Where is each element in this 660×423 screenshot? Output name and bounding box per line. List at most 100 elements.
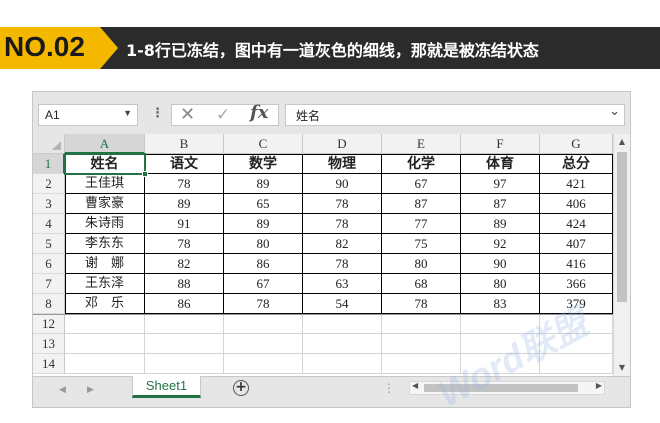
table-header-cell[interactable]: 化学 xyxy=(382,154,461,174)
prev-sheet-icon[interactable]: ◀ xyxy=(59,385,66,395)
empty-cell[interactable] xyxy=(224,334,303,354)
formula-bar-resize-icon[interactable]: ⋮ xyxy=(151,106,164,121)
table-cell[interactable]: 82 xyxy=(303,234,382,254)
empty-cell[interactable] xyxy=(461,334,540,354)
table-cell[interactable]: 王东泽 xyxy=(65,274,145,294)
empty-cell[interactable] xyxy=(382,314,461,334)
table-cell[interactable]: 68 xyxy=(382,274,461,294)
table-cell[interactable]: 曹家豪 xyxy=(65,194,145,214)
table-header-cell[interactable]: 数学 xyxy=(224,154,303,174)
empty-cell[interactable] xyxy=(461,314,540,334)
table-cell[interactable]: 78 xyxy=(382,294,461,314)
table-cell[interactable]: 80 xyxy=(382,254,461,274)
table-cell[interactable]: 63 xyxy=(303,274,382,294)
scroll-left-icon[interactable]: ◀ xyxy=(412,381,418,390)
row-header-1[interactable]: 1 xyxy=(33,154,65,174)
column-header-g[interactable]: G xyxy=(540,134,613,154)
table-cell[interactable]: 78 xyxy=(145,234,224,254)
table-cell[interactable]: 97 xyxy=(461,174,540,194)
table-cell[interactable]: 78 xyxy=(303,254,382,274)
table-cell[interactable]: 406 xyxy=(540,194,613,214)
empty-cell[interactable] xyxy=(303,314,382,334)
row-header-8[interactable]: 8 xyxy=(33,294,65,314)
vertical-scrollbar[interactable]: ▲ ▼ xyxy=(613,134,630,376)
row-header-7[interactable]: 7 xyxy=(33,274,65,294)
empty-cell[interactable] xyxy=(145,354,224,374)
empty-cell[interactable] xyxy=(224,354,303,374)
table-cell[interactable]: 80 xyxy=(461,274,540,294)
table-cell[interactable]: 89 xyxy=(224,174,303,194)
empty-cell[interactable] xyxy=(145,314,224,334)
cancel-icon[interactable]: ✕ xyxy=(180,104,195,125)
table-cell[interactable]: 67 xyxy=(224,274,303,294)
empty-cell[interactable] xyxy=(145,334,224,354)
table-cell[interactable]: 王佳琪 xyxy=(65,174,145,194)
expand-formula-icon[interactable]: ⌄ xyxy=(609,104,620,119)
row-header-2[interactable]: 2 xyxy=(33,174,65,194)
row-header-12[interactable]: 12 xyxy=(33,314,65,334)
table-cell[interactable]: 366 xyxy=(540,274,613,294)
table-cell[interactable]: 54 xyxy=(303,294,382,314)
table-cell[interactable]: 416 xyxy=(540,254,613,274)
row-header-14[interactable]: 14 xyxy=(33,354,65,374)
scroll-right-icon[interactable]: ▶ xyxy=(596,381,602,390)
fill-handle[interactable] xyxy=(142,171,148,177)
sheet-tab-sheet1[interactable]: Sheet1 xyxy=(132,376,201,398)
empty-cell[interactable] xyxy=(540,354,613,374)
horizontal-scrollbar[interactable]: ◀ ▶ xyxy=(409,381,605,395)
empty-cell[interactable] xyxy=(303,334,382,354)
insert-function-icon[interactable]: fx xyxy=(250,102,268,123)
select-all-button[interactable] xyxy=(33,134,65,154)
table-cell[interactable]: 78 xyxy=(303,194,382,214)
name-box[interactable]: A1 ▼ xyxy=(38,104,138,126)
table-cell[interactable]: 86 xyxy=(224,254,303,274)
column-header-d[interactable]: D xyxy=(303,134,382,154)
column-header-e[interactable]: E xyxy=(382,134,461,154)
vertical-scroll-thumb[interactable] xyxy=(617,152,627,302)
table-cell[interactable]: 86 xyxy=(145,294,224,314)
table-cell[interactable]: 90 xyxy=(461,254,540,274)
empty-cell[interactable] xyxy=(224,314,303,334)
table-header-cell[interactable]: 物理 xyxy=(303,154,382,174)
table-cell[interactable]: 379 xyxy=(540,294,613,314)
add-sheet-icon[interactable]: + xyxy=(233,380,249,396)
tab-split-handle-icon[interactable]: ⋮ xyxy=(383,381,395,395)
worksheet-grid[interactable]: A B C D E F G 1 姓名 语文 数学 物理 化学 体育 总分 2 王佳琪 78 89 90 67 97 421 3… xyxy=(33,134,613,376)
table-cell[interactable]: 421 xyxy=(540,174,613,194)
row-header-13[interactable]: 13 xyxy=(33,334,65,354)
checkmark-icon[interactable]: ✓ xyxy=(216,105,230,125)
table-header-cell[interactable]: 语文 xyxy=(145,154,224,174)
table-cell[interactable]: 邓 乐 xyxy=(65,294,145,314)
table-cell[interactable]: 92 xyxy=(461,234,540,254)
table-cell[interactable]: 78 xyxy=(303,214,382,234)
table-cell[interactable]: 89 xyxy=(145,194,224,214)
table-cell[interactable]: 75 xyxy=(382,234,461,254)
empty-cell[interactable] xyxy=(65,354,145,374)
table-cell[interactable]: 87 xyxy=(382,194,461,214)
scroll-up-icon[interactable]: ▲ xyxy=(614,134,630,150)
table-cell[interactable]: 78 xyxy=(224,294,303,314)
table-cell[interactable]: 83 xyxy=(461,294,540,314)
row-header-6[interactable]: 6 xyxy=(33,254,65,274)
empty-cell[interactable] xyxy=(303,354,382,374)
table-cell[interactable]: 李东东 xyxy=(65,234,145,254)
table-cell[interactable]: 77 xyxy=(382,214,461,234)
table-cell[interactable]: 90 xyxy=(303,174,382,194)
table-cell[interactable]: 82 xyxy=(145,254,224,274)
table-cell[interactable]: 谢 娜 xyxy=(65,254,145,274)
table-cell[interactable]: 65 xyxy=(224,194,303,214)
table-cell[interactable]: 89 xyxy=(224,214,303,234)
table-cell[interactable]: 91 xyxy=(145,214,224,234)
table-cell[interactable]: 87 xyxy=(461,194,540,214)
empty-cell[interactable] xyxy=(540,334,613,354)
table-cell[interactable]: 88 xyxy=(145,274,224,294)
table-cell[interactable]: 67 xyxy=(382,174,461,194)
empty-cell[interactable] xyxy=(65,334,145,354)
empty-cell[interactable] xyxy=(461,354,540,374)
column-header-c[interactable]: C xyxy=(224,134,303,154)
table-header-cell[interactable]: 总分 xyxy=(540,154,613,174)
column-header-a[interactable]: A xyxy=(65,134,145,154)
table-header-cell[interactable]: 姓名 xyxy=(65,154,145,174)
table-header-cell[interactable]: 体育 xyxy=(461,154,540,174)
table-cell[interactable]: 89 xyxy=(461,214,540,234)
